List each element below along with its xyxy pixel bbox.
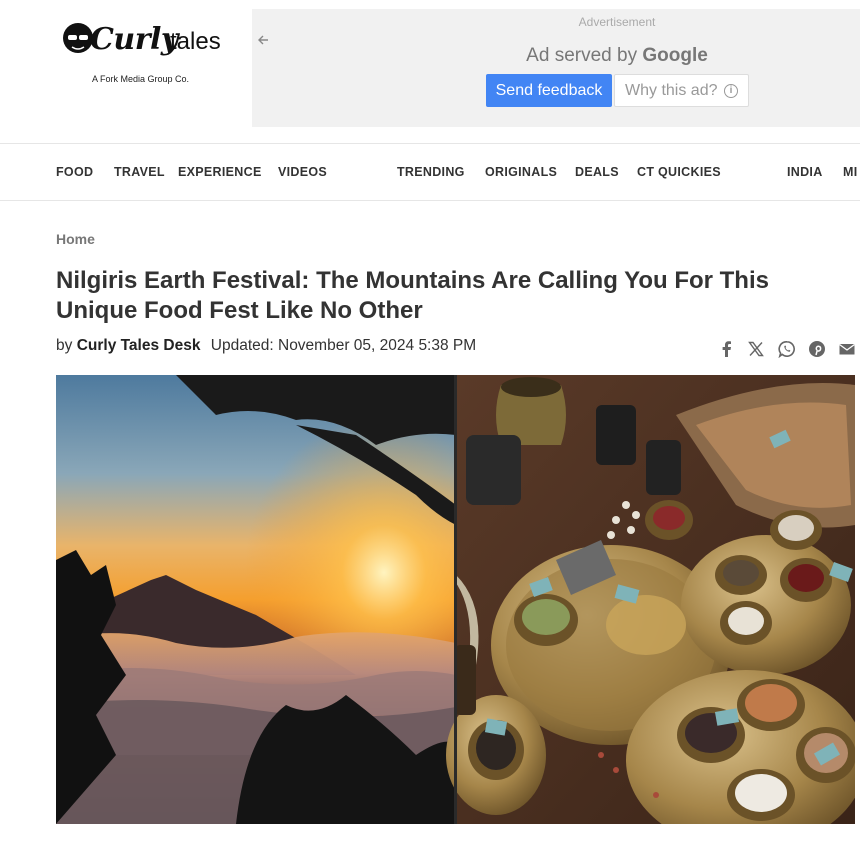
- logo-word: Curly: [90, 22, 178, 57]
- article-title: Nilgiris Earth Festival: The Mountains A…: [56, 267, 769, 324]
- facebook-icon[interactable]: [718, 340, 736, 358]
- ad-served-text: Ad served by: [526, 45, 638, 66]
- why-this-ad-button[interactable]: Why this ad? i: [614, 74, 749, 107]
- send-feedback-button[interactable]: Send feedback: [486, 74, 612, 107]
- ad-served-by: Ad served by Google: [252, 45, 860, 67]
- nav-item-deals[interactable]: DEALS: [575, 165, 619, 179]
- nav-item-experience[interactable]: EXPERIENCE: [178, 165, 262, 179]
- nav-item-india[interactable]: INDIA: [787, 165, 823, 179]
- hero-image: [56, 375, 855, 824]
- site-header: Curly tales A Fork Media Group Co. Adver…: [0, 0, 860, 143]
- nav-item-more[interactable]: MI: [843, 165, 858, 179]
- nav-item-ct-quickies[interactable]: CT QUICKIES: [637, 165, 721, 179]
- author-link[interactable]: Curly Tales Desk: [77, 337, 201, 354]
- byline-by: by: [56, 337, 73, 354]
- breadcrumb-home[interactable]: Home: [56, 231, 95, 247]
- hero-collage: [56, 375, 855, 824]
- nav-item-travel[interactable]: TRAVEL: [114, 165, 165, 179]
- byline: by Curly Tales Desk Updated: November 05…: [56, 337, 476, 355]
- ad-label: Advertisement: [578, 15, 656, 29]
- advertisement-banner: Advertisement Ad served by Google Send f…: [252, 9, 860, 127]
- logo-tales: tales: [170, 28, 221, 55]
- x-icon[interactable]: [747, 340, 765, 358]
- logo-tagline: A Fork Media Group Co.: [92, 74, 190, 84]
- mail-icon[interactable]: [838, 340, 856, 358]
- nav-item-videos[interactable]: VIDEOS: [278, 165, 327, 179]
- pinterest-icon[interactable]: [808, 340, 826, 358]
- nav-item-trending[interactable]: TRENDING: [397, 165, 465, 179]
- updated-date: Updated: November 05, 2024 5:38 PM: [210, 337, 477, 354]
- curly-tales-logo[interactable]: Curly tales A Fork Media Group Co.: [60, 14, 221, 88]
- nav-item-food[interactable]: FOOD: [56, 165, 93, 179]
- nav-item-originals[interactable]: ORIGINALS: [485, 165, 557, 179]
- why-this-ad-label: Why this ad?: [625, 81, 718, 99]
- whatsapp-icon[interactable]: [778, 340, 796, 358]
- info-icon: i: [724, 84, 738, 98]
- main-nav: FOOD TRAVEL EXPERIENCE VIDEOS TRENDING O…: [0, 143, 860, 201]
- google-wordmark: Google: [642, 45, 708, 66]
